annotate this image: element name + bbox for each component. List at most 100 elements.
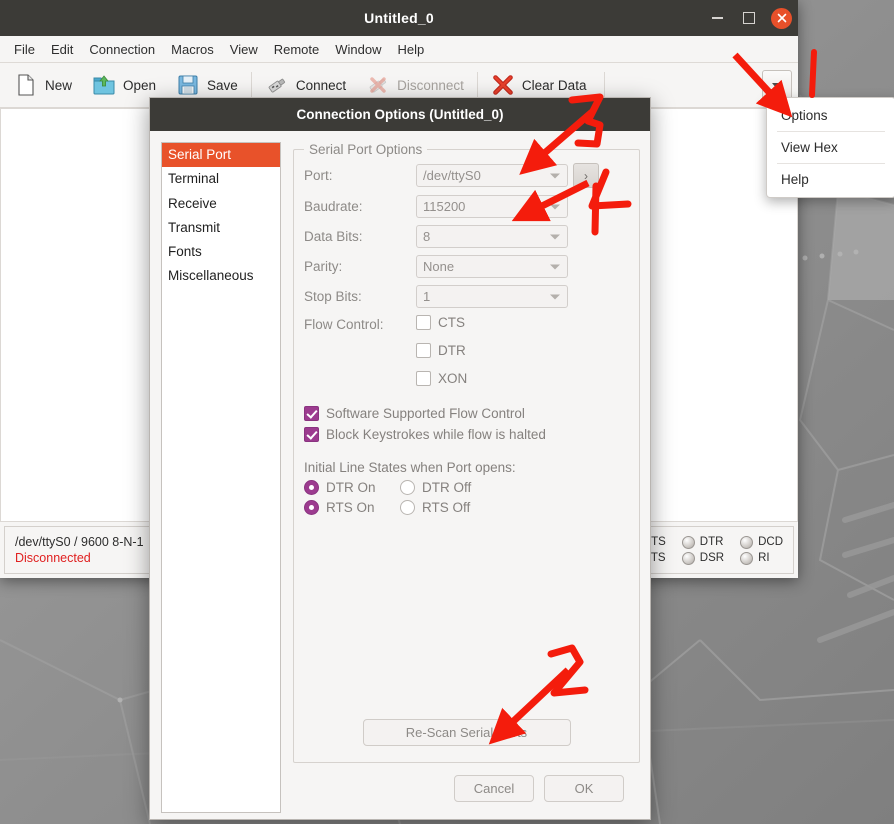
radio-rts-on-row[interactable]: RTS On xyxy=(304,500,400,515)
cancel-button[interactable]: Cancel xyxy=(454,774,534,802)
led-dsr-label: DSR xyxy=(699,552,725,564)
checkbox-block-keystrokes[interactable] xyxy=(304,427,319,442)
menu-item-help[interactable]: Help xyxy=(767,166,894,193)
toolbar-connect-label: Connect xyxy=(295,77,347,93)
dialog-category-list: Serial Port Terminal Receive Transmit Fo… xyxy=(161,142,281,813)
radio-dtr-off-row[interactable]: DTR Off xyxy=(400,480,629,495)
menu-item-options[interactable]: Options xyxy=(767,102,894,129)
led-indicator-icon xyxy=(740,551,754,565)
toolbar-new-button[interactable]: New xyxy=(4,69,82,101)
window-controls xyxy=(707,0,792,36)
port-browse-button[interactable]: › xyxy=(573,163,599,188)
close-button[interactable] xyxy=(771,7,792,29)
checkbox-cts-row[interactable]: CTS xyxy=(416,315,467,330)
radio-dtr-on-row[interactable]: DTR On xyxy=(304,480,400,495)
parity-combobox[interactable]: None xyxy=(416,255,568,278)
sidebar-item-terminal[interactable]: Terminal xyxy=(162,167,280,191)
usb-plug-icon xyxy=(268,78,285,93)
menu-macros[interactable]: Macros xyxy=(163,39,222,60)
checkbox-cts[interactable] xyxy=(416,315,431,330)
status-port-summary: /dev/ttyS0 / 9600 8-N-1 xyxy=(15,535,144,549)
minimize-button[interactable] xyxy=(707,8,727,28)
ok-button[interactable]: OK xyxy=(544,774,624,802)
radio-rts-off-row[interactable]: RTS Off xyxy=(400,500,629,515)
sidebar-item-receive[interactable]: Receive xyxy=(162,192,280,216)
menu-remote[interactable]: Remote xyxy=(266,39,328,60)
checkbox-dtr-label: DTR xyxy=(438,343,466,358)
led-dtr-label: DTR xyxy=(699,536,724,548)
radio-dtr-on-label: DTR On xyxy=(326,480,376,495)
data-bits-label: Data Bits: xyxy=(304,229,363,244)
open-folder-icon xyxy=(93,75,115,95)
radio-dtr-on[interactable] xyxy=(304,480,319,495)
checkbox-xon[interactable] xyxy=(416,371,431,386)
parity-value: None xyxy=(423,259,455,274)
led-dcd-label: DCD xyxy=(758,536,783,548)
toolbar-save-label: Save xyxy=(207,77,238,93)
chevron-down-icon xyxy=(550,204,560,209)
menu-item-view-hex[interactable]: View Hex xyxy=(767,134,894,161)
toolbar-separator-3 xyxy=(604,72,606,98)
port-combobox[interactable]: /dev/ttyS0 xyxy=(416,164,568,187)
minimize-icon xyxy=(711,17,723,19)
led-dtr: DTR xyxy=(681,535,724,549)
menu-connection[interactable]: Connection xyxy=(81,39,163,60)
radio-rts-on[interactable] xyxy=(304,500,319,515)
menu-window[interactable]: Window xyxy=(327,39,389,60)
close-icon xyxy=(777,13,786,23)
data-bits-value: 8 xyxy=(423,229,431,244)
stop-bits-combobox[interactable]: 1 xyxy=(416,285,568,308)
field-flow-control: Flow Control: CTS DTR XON xyxy=(304,315,629,392)
chevron-down-icon xyxy=(550,234,560,239)
led-indicator-icon xyxy=(740,535,754,549)
dialog-title: Connection Options (Untitled_0) xyxy=(296,107,504,122)
checkbox-dtr-row[interactable]: DTR xyxy=(416,343,467,358)
data-bits-combobox[interactable]: 8 xyxy=(416,225,568,248)
sidebar-item-miscellaneous[interactable]: Miscellaneous xyxy=(162,264,280,288)
sidebar-item-fonts[interactable]: Fonts xyxy=(162,240,280,264)
chevron-down-icon xyxy=(550,264,560,269)
menu-view[interactable]: View xyxy=(222,39,266,60)
toolbar-clear-data-label: Clear Data xyxy=(521,77,587,93)
toolbar-separator xyxy=(250,72,252,98)
sidebar-item-transmit[interactable]: Transmit xyxy=(162,216,280,240)
chevron-right-icon: › xyxy=(584,168,588,183)
maximize-button[interactable] xyxy=(739,8,759,28)
connection-options-dialog: Connection Options (Untitled_0) Serial P… xyxy=(149,97,651,820)
flow-control-options: CTS DTR XON xyxy=(416,315,467,392)
checkbox-software-flow-control[interactable] xyxy=(304,406,319,421)
parity-label: Parity: xyxy=(304,259,343,274)
radio-rts-off[interactable] xyxy=(400,500,415,515)
red-x-icon xyxy=(493,75,513,95)
serial-port-options-legend: Serial Port Options xyxy=(309,142,423,157)
serial-port-options-group: Serial Port Options Port: /dev/ttyS0 › B… xyxy=(293,142,640,763)
checkbox-xon-row[interactable]: XON xyxy=(416,371,467,386)
menu-divider xyxy=(777,163,885,164)
toolbar-open-label: Open xyxy=(123,77,157,93)
new-document-icon xyxy=(18,74,34,96)
baudrate-combobox[interactable]: 115200 xyxy=(416,195,568,218)
chevron-down-icon xyxy=(550,294,560,299)
radio-rts-off-label: RTS Off xyxy=(422,500,471,515)
field-data-bits: Data Bits: 8 xyxy=(304,225,629,248)
led-indicator-icon xyxy=(681,551,695,565)
stop-bits-label: Stop Bits: xyxy=(304,289,362,304)
rescan-serial-ports-button[interactable]: Re-Scan Serial Ports xyxy=(362,719,571,746)
checkbox-dtr[interactable] xyxy=(416,343,431,358)
radio-rts-on-label: RTS On xyxy=(326,500,375,515)
port-label: Port: xyxy=(304,168,333,183)
status-connection-state: Disconnected xyxy=(15,551,91,565)
sidebar-item-serial-port[interactable]: Serial Port xyxy=(162,143,280,168)
radio-dtr-off[interactable] xyxy=(400,480,415,495)
chevron-down-icon xyxy=(772,83,782,89)
initial-line-states-title: Initial Line States when Port opens: xyxy=(304,460,516,475)
menu-edit[interactable]: Edit xyxy=(43,39,81,60)
checkbox-software-flow-row[interactable]: Software Supported Flow Control xyxy=(304,406,629,421)
toolbar-new-label: New xyxy=(45,77,73,93)
menu-help[interactable]: Help xyxy=(390,39,433,60)
menu-file[interactable]: File xyxy=(6,39,43,60)
checkbox-block-keystrokes-row[interactable]: Block Keystrokes while flow is halted xyxy=(304,427,629,442)
checkbox-software-flow-control-label: Software Supported Flow Control xyxy=(326,406,525,421)
led-dsr: DSR xyxy=(681,551,725,565)
